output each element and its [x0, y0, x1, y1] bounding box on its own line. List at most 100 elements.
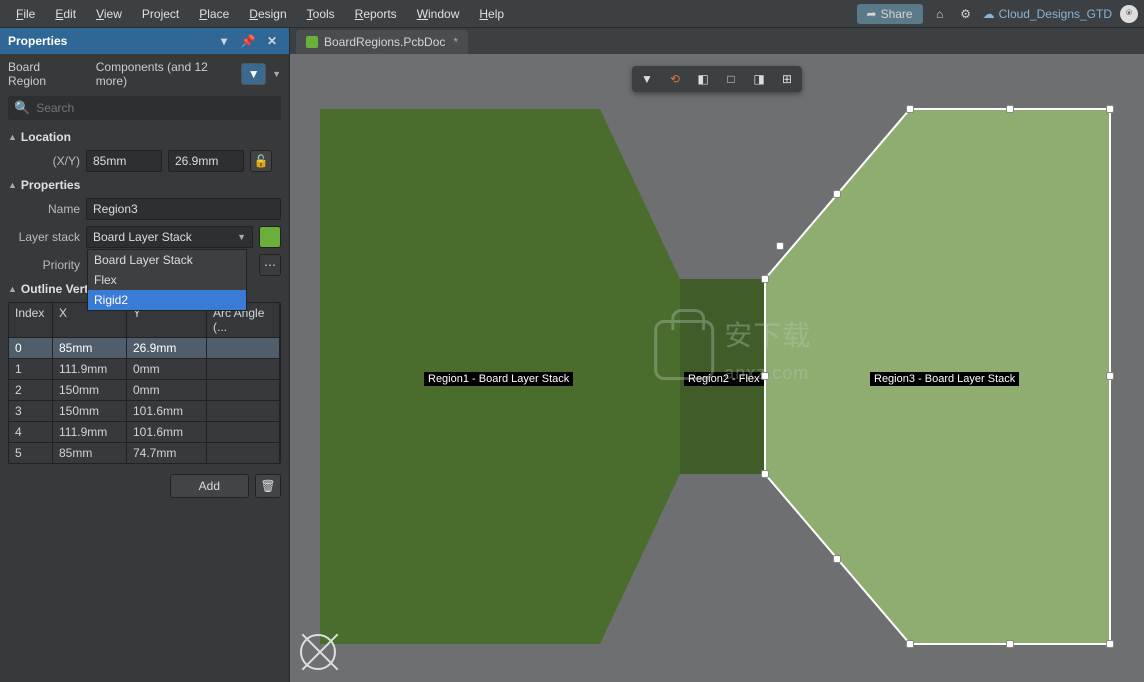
- chevron-down-icon[interactable]: ▼: [272, 69, 281, 79]
- layerstack-label: Layer stack: [8, 230, 80, 244]
- cell-index: 1: [9, 359, 53, 379]
- menu-help[interactable]: Help: [469, 3, 514, 25]
- canvas[interactable]: Region1 - Board Layer Stack Region2 - Fl…: [290, 54, 1144, 682]
- section-properties[interactable]: ▲ Properties: [8, 178, 281, 192]
- menu-place[interactable]: Place: [189, 3, 239, 25]
- vertex-handle[interactable]: [906, 105, 914, 113]
- mode3-button[interactable]: ◨: [746, 68, 772, 90]
- filter-button[interactable]: ▼: [241, 63, 266, 85]
- vertex-handle[interactable]: [761, 275, 769, 283]
- edge-handle[interactable]: [1006, 105, 1014, 113]
- properties-panel: Properties ▾ 📌 ✕ Board Region Components…: [0, 28, 290, 682]
- cell-arc: [207, 422, 280, 442]
- edge-handle[interactable]: [833, 555, 841, 563]
- panel-pin-icon[interactable]: 📌: [239, 32, 257, 50]
- mode2-button[interactable]: □: [718, 68, 744, 90]
- vertex-handle[interactable]: [906, 640, 914, 648]
- location-title: Location: [21, 130, 71, 144]
- cell-y: 26.9mm: [127, 338, 207, 358]
- table-row[interactable]: 2150mm0mm: [9, 379, 280, 400]
- cell-y: 0mm: [127, 359, 207, 379]
- search-icon: 🔍: [14, 100, 30, 116]
- table-row[interactable]: 085mm26.9mm: [9, 337, 280, 358]
- menu-project[interactable]: Project: [132, 3, 189, 25]
- xy-label: (X/Y): [8, 154, 80, 168]
- x-input[interactable]: [86, 150, 162, 172]
- name-label: Name: [8, 202, 80, 216]
- lock-button[interactable]: 🔓: [250, 150, 272, 172]
- gear-icon[interactable]: ⚙: [957, 5, 975, 23]
- cell-index: 4: [9, 422, 53, 442]
- vertex-handle[interactable]: [1106, 105, 1114, 113]
- delete-button[interactable]: 🗑: [255, 474, 281, 498]
- cell-x: 85mm: [53, 443, 127, 463]
- mode1-button[interactable]: ◧: [690, 68, 716, 90]
- cloud-label-text: Cloud_Designs_GTD: [999, 7, 1112, 21]
- edge-handle[interactable]: [761, 372, 769, 380]
- col-index[interactable]: Index: [9, 303, 53, 337]
- pcb-doc-icon: [306, 36, 318, 48]
- priority-label: Priority: [8, 258, 80, 272]
- view-toolbar: ▼ ⟲ ◧ □ ◨ ⊞: [632, 66, 802, 92]
- search-input[interactable]: [36, 101, 275, 115]
- option-flex[interactable]: Flex: [88, 270, 246, 290]
- name-input[interactable]: [86, 198, 281, 220]
- cell-index: 3: [9, 401, 53, 421]
- layerstack-select[interactable]: Board Layer Stack ▼ Board Layer Stack Fl…: [86, 226, 253, 248]
- section-location[interactable]: ▲ Location: [8, 130, 281, 144]
- menu-tools[interactable]: Tools: [297, 3, 345, 25]
- cell-x: 85mm: [53, 338, 127, 358]
- edge-handle[interactable]: [776, 242, 784, 250]
- table-row[interactable]: 585mm74.7mm: [9, 442, 280, 463]
- cell-x: 111.9mm: [53, 359, 127, 379]
- menu-view[interactable]: View: [86, 3, 132, 25]
- panel-close-icon[interactable]: ✕: [263, 32, 281, 50]
- funnel-icon: ▼: [248, 67, 260, 81]
- layer-color-swatch[interactable]: [259, 226, 281, 248]
- snap-button[interactable]: ⟲: [662, 68, 688, 90]
- cell-y: 74.7mm: [127, 443, 207, 463]
- table-row[interactable]: 4111.9mm101.6mm: [9, 421, 280, 442]
- priority-extra-button[interactable]: ⋯: [259, 254, 281, 276]
- cell-arc: [207, 401, 280, 421]
- tab-label: BoardRegions.PcbDoc: [324, 35, 445, 49]
- panel-dropdown-icon[interactable]: ▾: [215, 32, 233, 50]
- cell-index: 5: [9, 443, 53, 463]
- menu-window[interactable]: Window: [407, 3, 470, 25]
- menu-edit[interactable]: Edit: [45, 3, 86, 25]
- edge-handle[interactable]: [1106, 372, 1114, 380]
- tab-dirty-indicator: *: [453, 35, 458, 49]
- option-board-layer-stack[interactable]: Board Layer Stack: [88, 250, 246, 270]
- home-icon[interactable]: ⌂: [931, 5, 949, 23]
- tab-document[interactable]: BoardRegions.PcbDoc *: [296, 30, 468, 54]
- share-label: Share: [881, 7, 913, 21]
- mode4-button[interactable]: ⊞: [774, 68, 800, 90]
- vertex-handle[interactable]: [761, 470, 769, 478]
- share-button[interactable]: ➦ Share: [857, 4, 923, 24]
- vertex-handle[interactable]: [1106, 640, 1114, 648]
- cloud-workspace[interactable]: ☁ Cloud_Designs_GTD: [983, 7, 1112, 21]
- menu-reports[interactable]: Reports: [345, 3, 407, 25]
- cell-y: 101.6mm: [127, 422, 207, 442]
- cell-index: 0: [9, 338, 53, 358]
- collapse-icon: ▲: [8, 180, 17, 190]
- y-input[interactable]: [168, 150, 244, 172]
- option-rigid2[interactable]: Rigid2: [88, 290, 246, 310]
- vertices-table: Index X Y Arc Angle (... 085mm26.9mm1111…: [8, 302, 281, 464]
- add-button[interactable]: Add: [170, 474, 249, 498]
- avatar[interactable]: ⍟: [1120, 5, 1138, 23]
- menu-design[interactable]: Design: [239, 3, 296, 25]
- edge-handle[interactable]: [1006, 640, 1014, 648]
- cell-x: 150mm: [53, 401, 127, 421]
- edge-handle[interactable]: [833, 190, 841, 198]
- region3-label: Region3 - Board Layer Stack: [870, 372, 1019, 386]
- collapse-icon: ▲: [8, 132, 17, 142]
- table-row[interactable]: 1111.9mm0mm: [9, 358, 280, 379]
- chevron-down-icon: ▼: [237, 232, 246, 242]
- cell-y: 0mm: [127, 380, 207, 400]
- search-box[interactable]: 🔍: [8, 96, 281, 120]
- table-row[interactable]: 3150mm101.6mm: [9, 400, 280, 421]
- filter-view-button[interactable]: ▼: [634, 68, 660, 90]
- menu-file[interactable]: File: [6, 3, 45, 25]
- cell-x: 111.9mm: [53, 422, 127, 442]
